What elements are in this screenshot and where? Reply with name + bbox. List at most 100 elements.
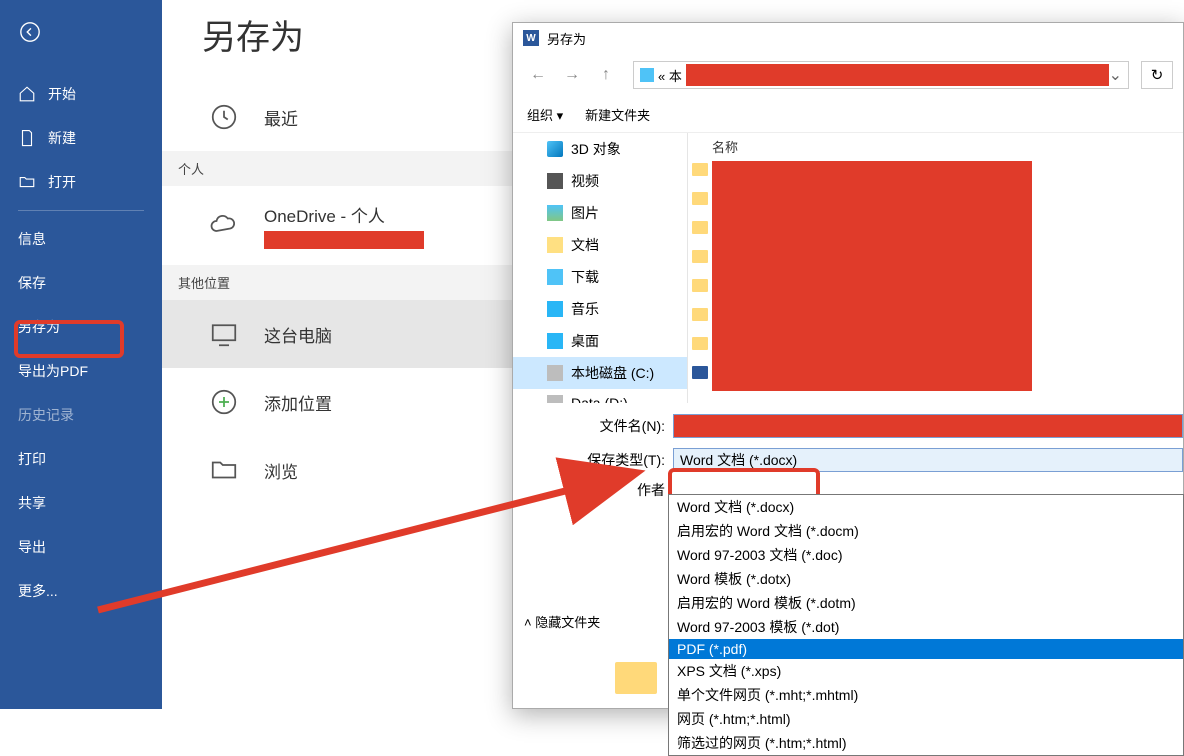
redacted-path <box>686 64 1109 86</box>
nav-label: 打开 <box>48 172 76 192</box>
nav-info[interactable]: 信息 <box>0 217 162 261</box>
disk-c-icon <box>547 365 563 381</box>
dd-docm[interactable]: 启用宏的 Word 文档 (*.docm) <box>669 519 1183 543</box>
browse-folder-icon <box>206 452 242 488</box>
new-doc-icon <box>18 129 36 147</box>
filetype-select[interactable]: Word 文档 (*.docx) <box>673 448 1183 472</box>
dialog-title-text: 另存为 <box>547 29 586 48</box>
tree-3d[interactable]: 3D 对象 <box>513 133 687 165</box>
location-label: 这台电脑 <box>264 322 332 347</box>
dd-mht[interactable]: 单个文件网页 (*.mht;*.mhtml) <box>669 683 1183 707</box>
hide-folders-toggle[interactable]: ˄ 隐藏文件夹 <box>524 612 600 631</box>
tree-pictures[interactable]: 图片 <box>513 197 687 229</box>
downloads-icon <box>547 269 563 285</box>
back-arrow-icon <box>19 21 41 43</box>
section-other: 其他位置 <box>162 265 512 300</box>
nav-label: 信息 <box>18 229 46 249</box>
location-browse[interactable]: 浏览 <box>162 436 512 504</box>
dd-dotm[interactable]: 启用宏的 Word 模板 (*.dotm) <box>669 591 1183 615</box>
tree-diskd[interactable]: Data (D:) <box>513 389 687 403</box>
folder-icons-column <box>692 163 708 379</box>
nav-up-icon[interactable]: ↑ <box>591 60 621 90</box>
tree-music[interactable]: 音乐 <box>513 293 687 325</box>
column-name[interactable]: 名称 <box>688 133 1183 160</box>
dd-htm[interactable]: 网页 (*.htm;*.html) <box>669 707 1183 731</box>
pc-icon <box>206 316 242 352</box>
3d-icon <box>547 141 563 157</box>
backstage-sidebar: 开始 新建 打开 信息 保存 另存为 导出为PDF 历史记录 打印 共享 导出 … <box>0 0 162 709</box>
dd-docx[interactable]: Word 文档 (*.docx) <box>669 495 1183 519</box>
chevron-down-icon[interactable]: ⌄ <box>1109 65 1122 85</box>
disk-d-icon <box>547 395 563 403</box>
add-place-icon <box>206 384 242 420</box>
nav-export[interactable]: 导出 <box>0 525 162 569</box>
nav-history[interactable]: 历史记录 <box>0 393 162 437</box>
nav-label: 保存 <box>18 273 46 293</box>
dd-xps[interactable]: XPS 文档 (*.xps) <box>669 659 1183 683</box>
dialog-titlebar: W 另存为 <box>513 23 1183 53</box>
nav-label: 共享 <box>18 493 46 513</box>
home-icon <box>18 85 36 103</box>
nav-label: 打印 <box>18 449 46 469</box>
back-button[interactable] <box>10 12 50 52</box>
desktop-icon <box>547 333 563 349</box>
nav-label: 导出 <box>18 537 46 557</box>
location-label: 最近 <box>264 105 298 130</box>
dd-filtered[interactable]: 筛选过的网页 (*.htm;*.html) <box>669 731 1183 755</box>
refresh-button[interactable]: ↻ <box>1141 61 1173 89</box>
tree-diskc[interactable]: 本地磁盘 (C:) <box>513 357 687 389</box>
section-personal: 个人 <box>162 151 512 186</box>
folder-tree[interactable]: 3D 对象 视频 图片 文档 下载 音乐 桌面 本地磁盘 (C:) Data (… <box>513 133 688 403</box>
file-list[interactable]: 名称 <box>688 133 1183 403</box>
nav-label: 导出为PDF <box>18 361 88 381</box>
nav-new[interactable]: 新建 <box>0 116 162 160</box>
nav-forward-icon[interactable]: → <box>557 60 587 90</box>
filename-label: 文件名(N): <box>513 416 673 436</box>
address-segment: « 本 <box>658 66 682 85</box>
tree-desktop[interactable]: 桌面 <box>513 325 687 357</box>
nav-more[interactable]: 更多... <box>0 569 162 613</box>
nav-open[interactable]: 打开 <box>0 160 162 204</box>
filename-input[interactable] <box>673 414 1183 438</box>
toolbar-newfolder[interactable]: 新建文件夹 <box>585 105 650 124</box>
dd-dotx[interactable]: Word 模板 (*.dotx) <box>669 567 1183 591</box>
nav-saveas[interactable]: 另存为 <box>0 305 162 349</box>
nav-export-pdf[interactable]: 导出为PDF <box>0 349 162 393</box>
clock-icon <box>206 99 242 135</box>
location-label: OneDrive - 个人 <box>264 202 424 227</box>
dd-doc[interactable]: Word 97-2003 文档 (*.doc) <box>669 543 1183 567</box>
page-title: 另存为 <box>202 10 512 59</box>
filetype-dropdown[interactable]: Word 文档 (*.docx) 启用宏的 Word 文档 (*.docm) W… <box>668 494 1184 756</box>
nav-share[interactable]: 共享 <box>0 481 162 525</box>
nav-home[interactable]: 开始 <box>0 72 162 116</box>
redacted-files <box>712 161 1032 391</box>
nav-print[interactable]: 打印 <box>0 437 162 481</box>
pictures-icon <box>547 205 563 221</box>
dd-pdf[interactable]: PDF (*.pdf) <box>669 639 1183 659</box>
disk-icon <box>640 68 654 82</box>
tree-video[interactable]: 视频 <box>513 165 687 197</box>
location-label: 浏览 <box>264 458 298 483</box>
filetype-label: 保存类型(T): <box>513 450 673 470</box>
word-icon: W <box>523 30 539 46</box>
tree-documents[interactable]: 文档 <box>513 229 687 261</box>
saveas-panel: 另存为 最近 个人 OneDrive - 个人 其他位置 这台电脑 添加位置 浏… <box>162 0 512 709</box>
tree-downloads[interactable]: 下载 <box>513 261 687 293</box>
nav-label: 开始 <box>48 84 76 104</box>
redacted-account <box>264 231 424 249</box>
documents-icon <box>547 237 563 253</box>
address-bar[interactable]: « 本 ⌄ <box>633 61 1129 89</box>
location-addplace[interactable]: 添加位置 <box>162 368 512 436</box>
nav-back-icon[interactable]: ← <box>523 60 553 90</box>
location-thispc[interactable]: 这台电脑 <box>162 300 512 368</box>
chevron-up-icon: ˄ <box>524 615 532 630</box>
toolbar-organize[interactable]: 组织 ▾ <box>527 105 563 124</box>
location-onedrive[interactable]: OneDrive - 个人 <box>162 186 512 265</box>
author-label: 作者 <box>513 480 673 500</box>
nav-label: 另存为 <box>18 317 60 337</box>
location-recent[interactable]: 最近 <box>162 83 512 151</box>
nav-label: 更多... <box>18 581 58 601</box>
nav-label: 历史记录 <box>18 405 74 425</box>
nav-save[interactable]: 保存 <box>0 261 162 305</box>
dd-dot[interactable]: Word 97-2003 模板 (*.dot) <box>669 615 1183 639</box>
